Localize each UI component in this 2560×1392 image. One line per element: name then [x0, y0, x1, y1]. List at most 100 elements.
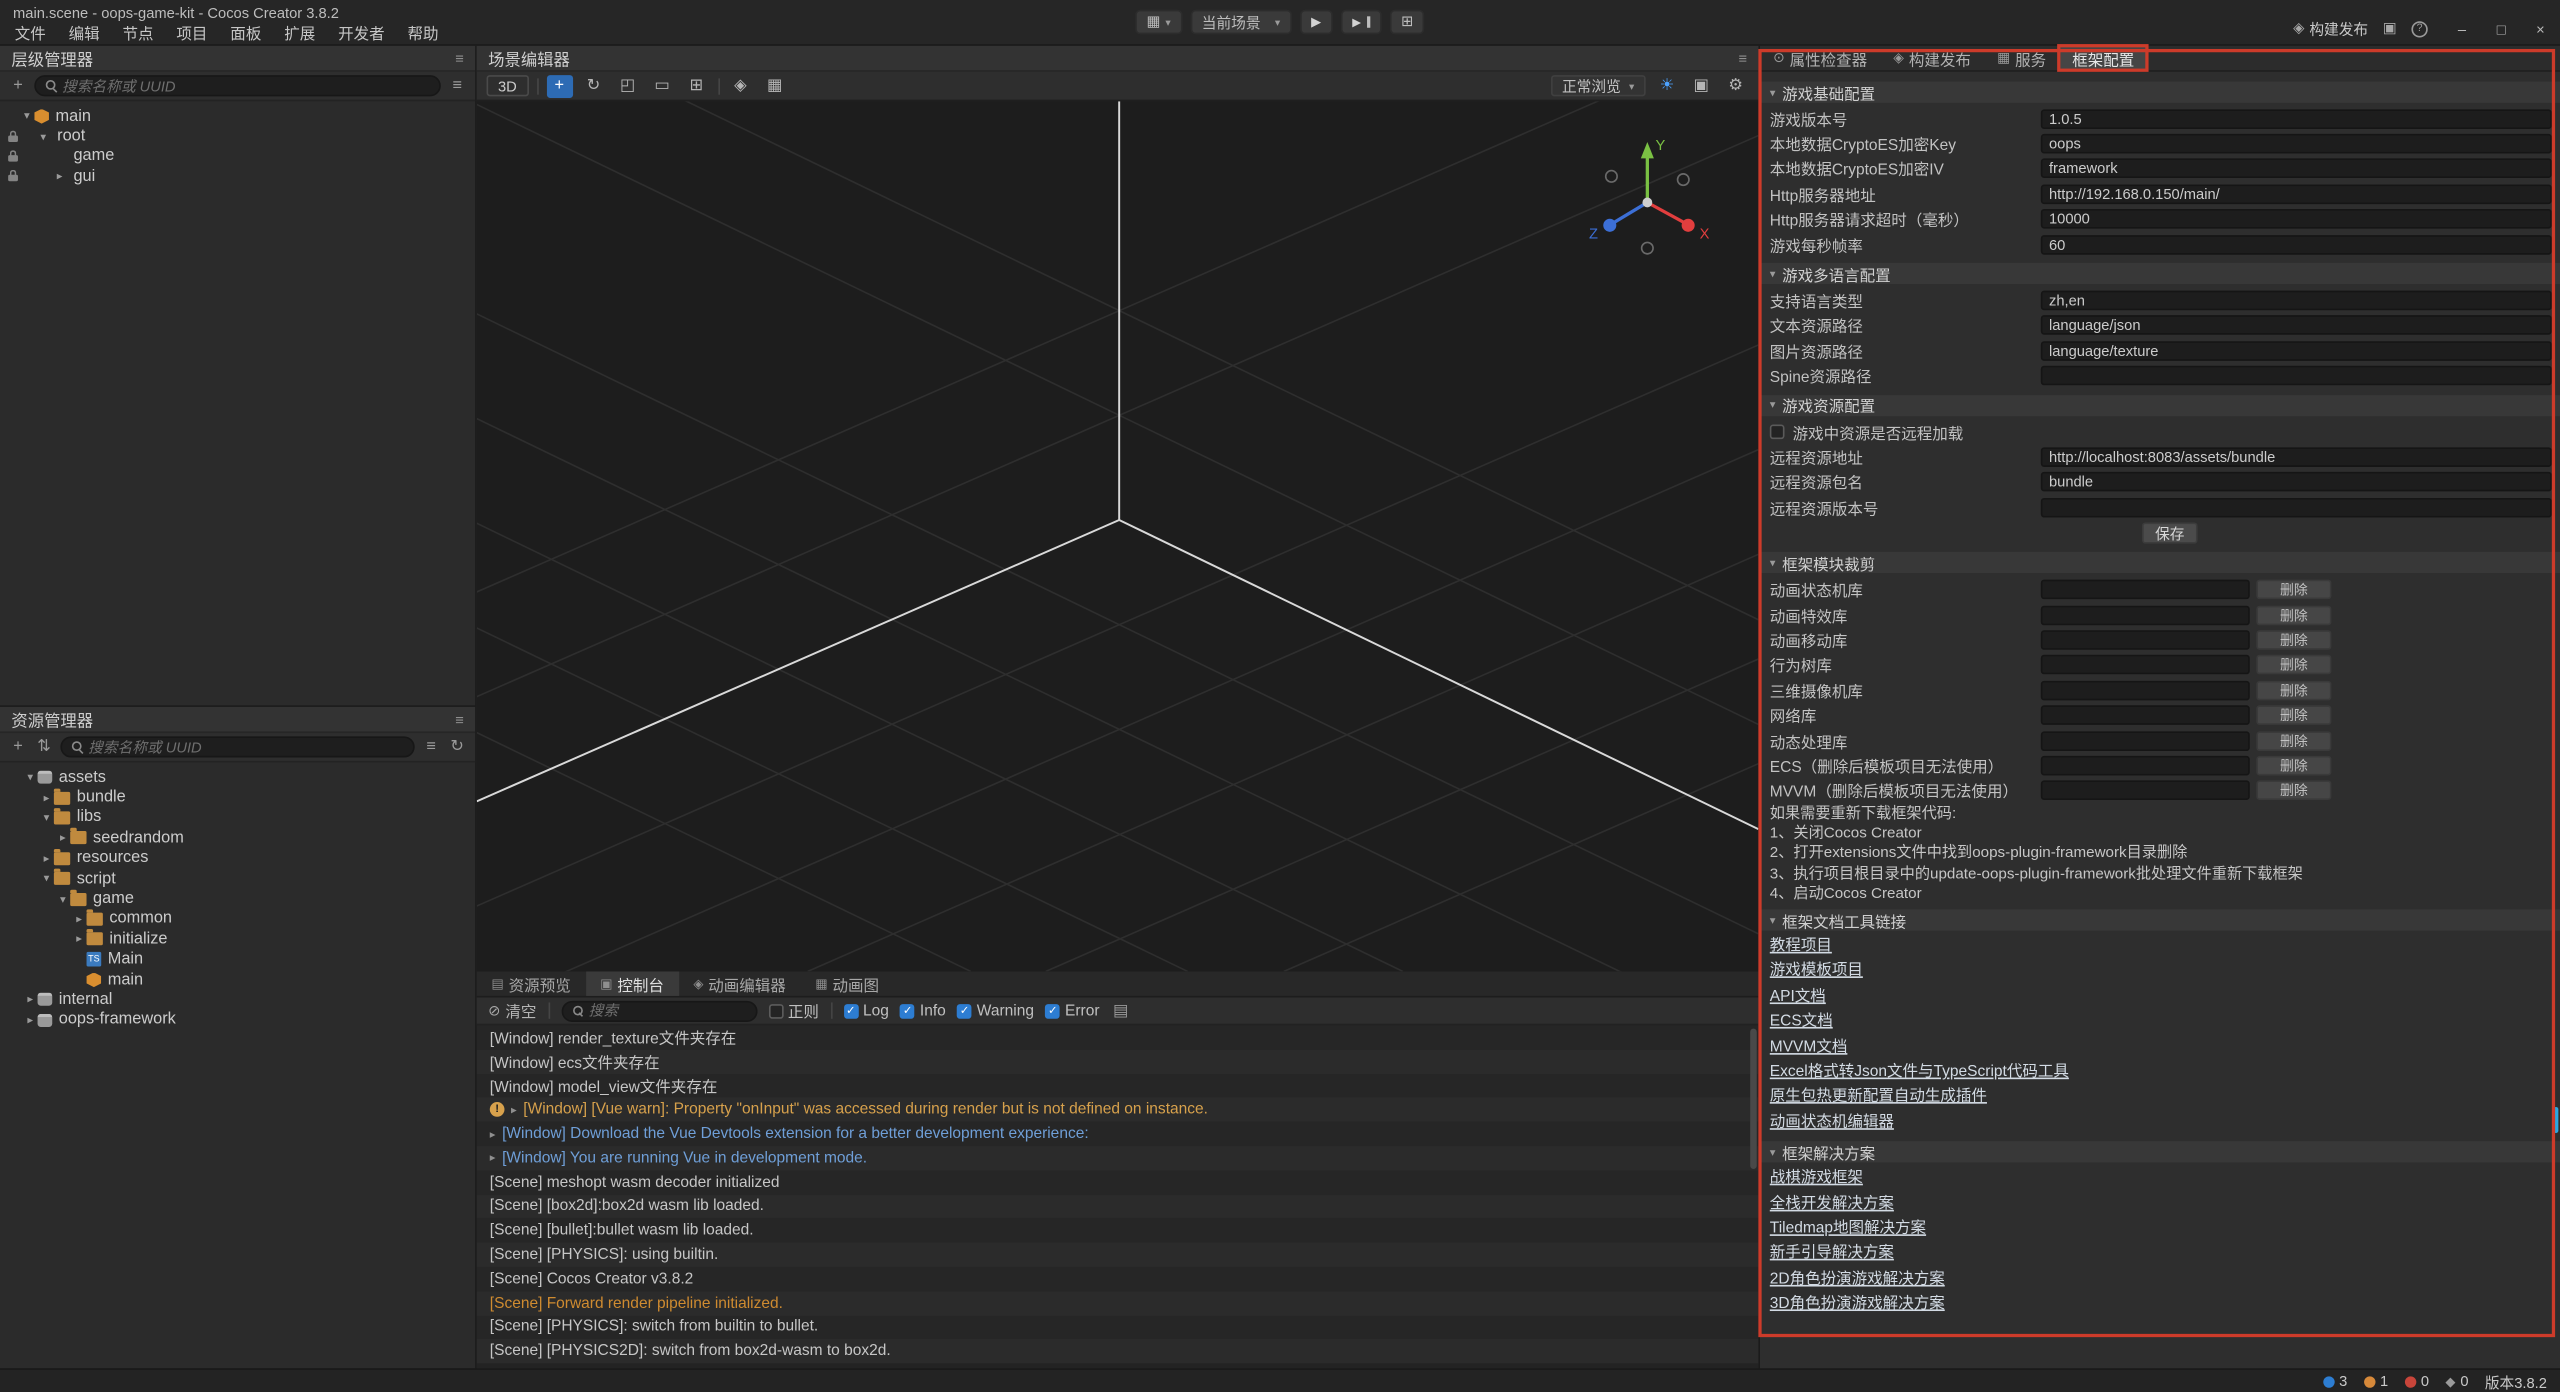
- expand-arrow-icon[interactable]: [72, 913, 87, 926]
- expand-arrow-icon[interactable]: [39, 872, 54, 885]
- asset-node[interactable]: initialize: [0, 929, 475, 949]
- panel-menu-icon[interactable]: ≡: [1738, 50, 1747, 66]
- task-count[interactable]: ◆ 0: [2445, 1373, 2468, 1389]
- light-toggle-icon[interactable]: ☀: [1654, 74, 1680, 97]
- asset-node[interactable]: assets: [0, 767, 475, 787]
- field-input[interactable]: http://192.168.0.150/main/: [2041, 184, 2552, 204]
- asset-node[interactable]: common: [0, 909, 475, 929]
- expand-arrow-icon[interactable]: [490, 1127, 496, 1140]
- log-filter[interactable]: Warning: [957, 1002, 1034, 1020]
- menu-item[interactable]: 开发者: [327, 21, 396, 44]
- log-filter[interactable]: Log: [843, 1002, 888, 1020]
- scene-settings-icon[interactable]: ⚙: [1722, 74, 1748, 97]
- hierarchy-search[interactable]: [34, 75, 441, 96]
- view-mode-dropdown[interactable]: 正常浏览 ▾: [1551, 75, 1646, 96]
- bottom-tab[interactable]: 资源预览: [477, 971, 586, 995]
- close-button[interactable]: ×: [2531, 20, 2551, 36]
- expand-arrow-icon[interactable]: [23, 771, 38, 784]
- field-input[interactable]: oops: [2041, 134, 2552, 154]
- asset-node[interactable]: internal: [0, 990, 475, 1010]
- module-input[interactable]: [2041, 655, 2250, 675]
- field-input[interactable]: language/json: [2041, 316, 2552, 336]
- delete-button[interactable]: 删除: [2256, 680, 2331, 700]
- asset-node[interactable]: seedrandom: [0, 828, 475, 848]
- log-filter[interactable]: Error: [1045, 1002, 1099, 1020]
- remote-load-checkbox[interactable]: [1770, 425, 1785, 440]
- save-button[interactable]: 保存: [2142, 522, 2198, 543]
- module-input[interactable]: [2041, 705, 2250, 725]
- field-input[interactable]: bundle: [2041, 472, 2552, 492]
- field-input[interactable]: http://localhost:8083/assets/bundle: [2041, 447, 2552, 467]
- module-input[interactable]: [2041, 680, 2250, 700]
- log-row[interactable]: [Window] You are running Vue in developm…: [477, 1146, 1759, 1170]
- expand-arrow-icon[interactable]: [39, 852, 54, 865]
- module-input[interactable]: [2041, 781, 2250, 801]
- hierarchy-node[interactable]: game: [0, 147, 475, 167]
- frame-button[interactable]: ⊞: [1390, 10, 1425, 34]
- log-row[interactable]: [Scene] [PHYSICS2D]: switch from box2d-w…: [477, 1339, 1759, 1363]
- section-resources[interactable]: 游戏资源配置: [1760, 395, 2560, 416]
- expand-arrow-icon[interactable]: [511, 1103, 517, 1116]
- section-language[interactable]: 游戏多语言配置: [1760, 263, 2560, 284]
- console-search-input[interactable]: [589, 1002, 746, 1018]
- menu-item[interactable]: 节点: [111, 21, 165, 44]
- asset-node[interactable]: game: [0, 889, 475, 909]
- hierarchy-search-input[interactable]: [62, 78, 429, 94]
- add-node-button[interactable]: +: [8, 77, 28, 95]
- delete-button[interactable]: 删除: [2256, 705, 2331, 725]
- menu-item[interactable]: 扩展: [273, 21, 327, 44]
- menu-item[interactable]: 面板: [219, 21, 273, 44]
- rect-tool-icon[interactable]: ▭: [649, 74, 675, 97]
- doc-link[interactable]: Excel格式转Json文件与TypeScript代码工具: [1770, 1060, 2069, 1085]
- regex-toggle[interactable]: 正则: [768, 999, 819, 1022]
- filter-checkbox[interactable]: [1045, 1003, 1060, 1018]
- grid-view-icon[interactable]: ▣: [1688, 74, 1714, 97]
- module-input[interactable]: [2041, 731, 2250, 751]
- anchor-tool-icon[interactable]: ⊞: [683, 74, 709, 97]
- section-game-basic[interactable]: 游戏基础配置: [1760, 82, 2560, 103]
- solution-link[interactable]: 全栈开发解决方案: [1770, 1191, 1894, 1216]
- package-icon[interactable]: ▣: [2383, 20, 2397, 38]
- step-button[interactable]: ▶: [1341, 10, 1382, 34]
- maximize-button[interactable]: □: [2491, 20, 2511, 36]
- module-input[interactable]: [2041, 580, 2250, 600]
- doc-link[interactable]: 动画状态机编辑器: [1770, 1110, 1894, 1135]
- minimize-button[interactable]: –: [2452, 20, 2472, 36]
- asset-node[interactable]: libs: [0, 808, 475, 828]
- delete-button[interactable]: 删除: [2256, 580, 2331, 600]
- field-input[interactable]: 10000: [2041, 209, 2552, 229]
- field-input[interactable]: [2041, 366, 2552, 386]
- log-row[interactable]: [Scene] Cocos Creator v3.8.2: [477, 1267, 1759, 1291]
- hierarchy-node[interactable]: root: [0, 126, 475, 146]
- scale-tool-icon[interactable]: ◰: [615, 74, 641, 97]
- tab-services[interactable]: ▦ 服务: [1984, 46, 2059, 70]
- bottom-tab[interactable]: 动画编辑器: [679, 971, 801, 995]
- refresh-icon[interactable]: ↻: [447, 738, 467, 756]
- error-count[interactable]: 0: [2405, 1373, 2430, 1389]
- tab-framework-config[interactable]: 框架配置: [2059, 46, 2147, 70]
- filter-checkbox[interactable]: [957, 1003, 972, 1018]
- doc-link[interactable]: MVVM文档: [1770, 1034, 1848, 1059]
- bottom-tab[interactable]: 控制台: [585, 971, 678, 995]
- filter-icon[interactable]: ≡: [447, 77, 467, 95]
- add-asset-button[interactable]: +: [8, 738, 28, 756]
- field-input[interactable]: 1.0.5: [2041, 109, 2552, 129]
- tab-build-publish[interactable]: ◈ 构建发布: [1880, 46, 1984, 70]
- expand-arrow-icon[interactable]: [39, 791, 54, 804]
- lock-icon[interactable]: [7, 155, 17, 162]
- log-row[interactable]: [Scene] [box2d]:box2d wasm lib loaded.: [477, 1194, 1759, 1218]
- asset-node[interactable]: script: [0, 868, 475, 888]
- expand-arrow-icon[interactable]: [20, 110, 35, 123]
- log-filter[interactable]: Info: [900, 1002, 945, 1020]
- log-row[interactable]: [Scene] [bullet]:bullet wasm lib loaded.: [477, 1219, 1759, 1243]
- expand-arrow-icon[interactable]: [52, 170, 67, 183]
- asset-node[interactable]: Main: [0, 949, 475, 969]
- log-row[interactable]: [Window] [Vue warn]: Property "onInput" …: [477, 1098, 1759, 1122]
- section-solutions[interactable]: 框架解决方案: [1760, 1142, 2560, 1163]
- scene-select[interactable]: 当前场景 ▾: [1190, 10, 1291, 34]
- help-icon[interactable]: ?: [2411, 20, 2427, 36]
- solution-link[interactable]: 战棋游戏框架: [1770, 1166, 1863, 1191]
- log-row[interactable]: [Window] render_texture文件夹存在: [477, 1025, 1759, 1049]
- panel-menu-icon[interactable]: ≡: [455, 711, 464, 727]
- menu-item[interactable]: 帮助: [396, 21, 450, 44]
